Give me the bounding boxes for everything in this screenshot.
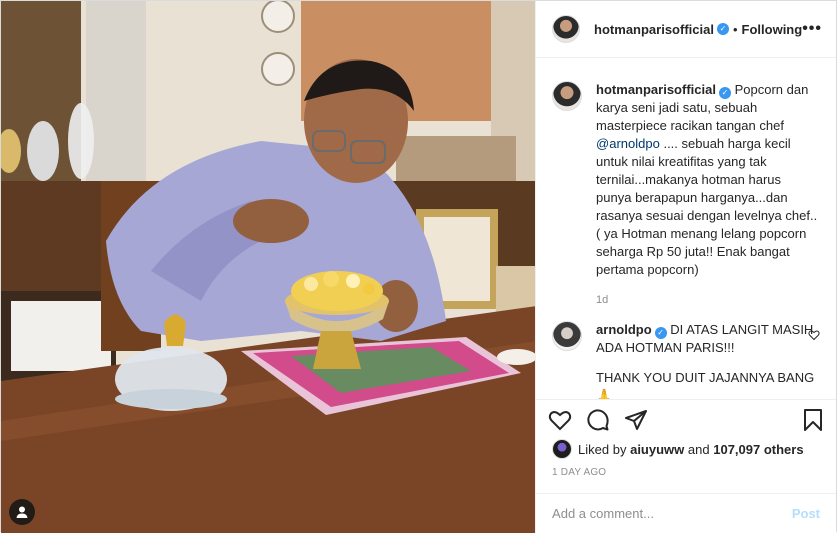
caption-username[interactable]: hotmanparisofficial xyxy=(596,82,716,97)
comment-text: arnoldpo ✓ DI ATAS LANGIT MASIH ADA HOTMA… xyxy=(596,321,820,399)
comment-icon xyxy=(587,408,609,430)
post-header: hotmanparisofficial ✓ • Following ••• xyxy=(536,1,836,58)
instagram-post: hotmanparisofficial ✓ • Following ••• ho… xyxy=(0,0,837,533)
verified-badge-icon: ✓ xyxy=(654,327,667,339)
comment-username[interactable]: arnoldpo xyxy=(596,322,652,337)
bookmark-icon xyxy=(804,408,822,431)
likes-count-link[interactable]: 107,097 others xyxy=(713,442,803,457)
post-date[interactable]: 1 DAY AGO xyxy=(552,467,606,478)
add-comment-bar: Post xyxy=(536,493,836,533)
caption-row: hotmanparisofficial ✓ Popcorn dan karya s… xyxy=(552,81,820,309)
following-button[interactable]: Following xyxy=(742,22,803,37)
post-photo[interactable] xyxy=(1,1,536,533)
comments-section: hotmanparisofficial ✓ Popcorn dan karya s… xyxy=(536,59,836,399)
post-comment-button[interactable]: Post xyxy=(792,506,820,521)
verified-badge-icon: ✓ xyxy=(716,23,729,35)
likes-middle: and xyxy=(687,441,710,457)
user-tag-icon xyxy=(16,506,28,518)
caption-avatar[interactable] xyxy=(552,81,583,111)
caption-mention-link[interactable]: @arnoldpo xyxy=(596,136,660,151)
save-button[interactable] xyxy=(802,408,824,432)
caption-text: hotmanparisofficial ✓ Popcorn dan karya s… xyxy=(596,81,820,309)
likes-prefix: Liked by xyxy=(578,441,627,457)
comment-like-button[interactable] xyxy=(808,329,820,344)
share-icon xyxy=(625,409,648,430)
comment-input[interactable] xyxy=(552,506,792,521)
liker-avatar[interactable] xyxy=(552,439,573,459)
photo-illustration xyxy=(1,1,536,533)
verified-badge-icon: ✓ xyxy=(718,87,731,99)
action-bar xyxy=(536,399,836,439)
like-button[interactable] xyxy=(548,408,572,432)
caption-time[interactable]: 1d xyxy=(596,291,820,309)
separator-dot: • xyxy=(732,21,738,37)
likes-summary: Liked by aiuyuww and 107,097 others xyxy=(552,439,820,459)
comment-avatar[interactable] xyxy=(552,321,583,351)
comment-line2: THANK YOU DUIT JAJANNYA BANG 🙏 xyxy=(596,370,815,399)
user-tag-button[interactable] xyxy=(9,499,35,525)
more-options-icon[interactable]: ••• xyxy=(802,20,822,38)
comment-row: arnoldpo ✓ DI ATAS LANGIT MASIH ADA HOTMA… xyxy=(552,321,820,399)
liker-username[interactable]: aiuyuww xyxy=(630,442,684,457)
avatar[interactable] xyxy=(552,15,581,43)
share-button[interactable] xyxy=(624,408,648,432)
post-username[interactable]: hotmanparisofficial xyxy=(594,22,714,37)
heart-icon xyxy=(548,410,572,430)
post-sidebar: hotmanparisofficial ✓ • Following ••• ho… xyxy=(535,1,836,533)
caption-part2: .... sebuah harga kecil untuk nilai krea… xyxy=(596,136,818,277)
heart-icon xyxy=(808,330,820,341)
comment-button[interactable] xyxy=(586,408,610,432)
